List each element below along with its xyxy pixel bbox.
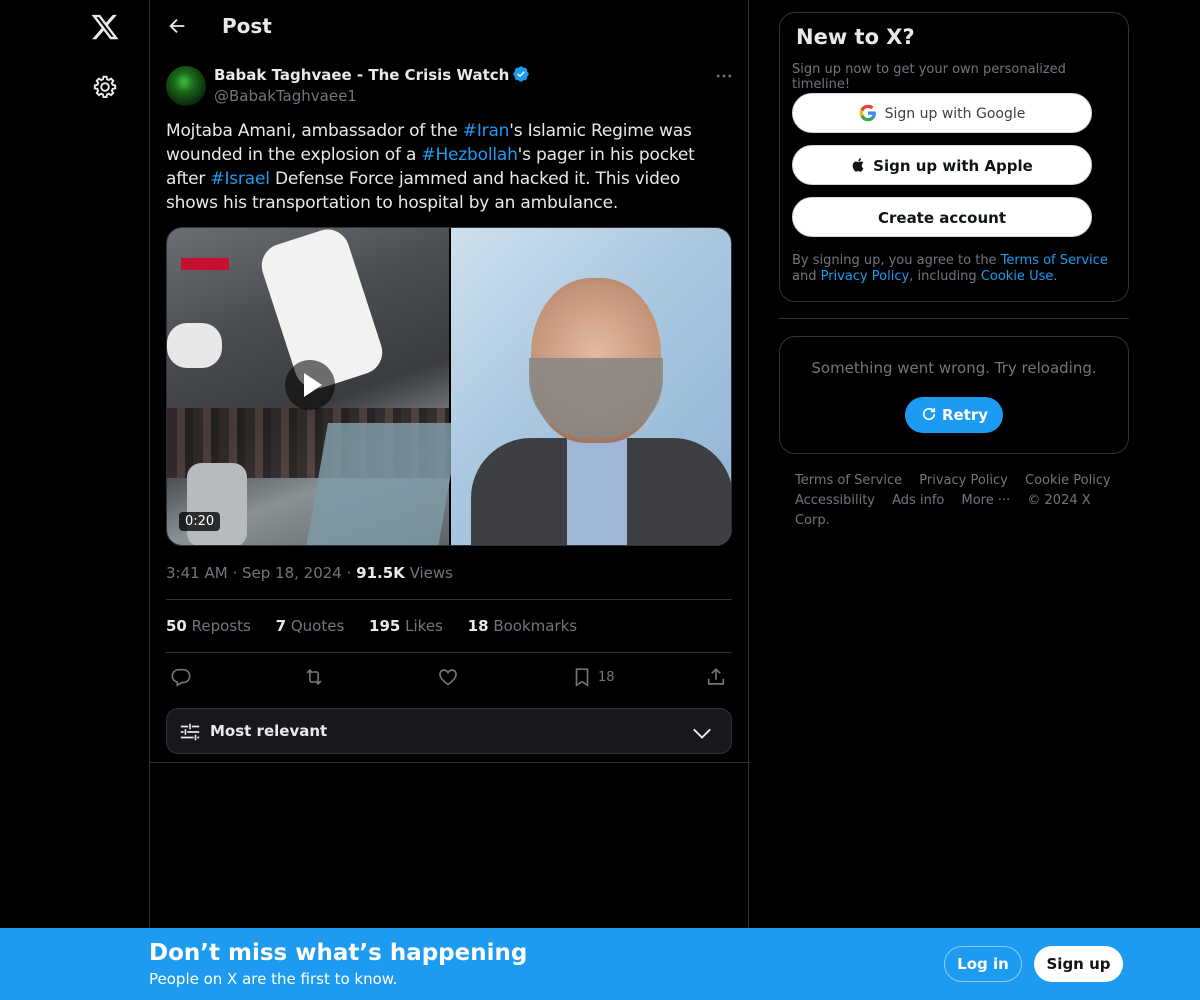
post-media[interactable]: 0:20 [166, 227, 732, 546]
bookmarks-stat[interactable]: 18 Bookmarks [468, 617, 577, 635]
footer-ads-link[interactable]: Ads info [892, 493, 944, 508]
terms-of-service-link[interactable]: Terms of Service [1001, 253, 1108, 268]
main-column: Post Babak Taghvaee - The Crisis Watch @… [149, 0, 750, 928]
page-title: Post [222, 14, 272, 38]
divider [150, 762, 750, 763]
signup-button[interactable]: Sign up [1034, 946, 1123, 982]
retry-label: Retry [941, 406, 989, 424]
bottom-signup-bar: Don’t miss what’s happening People on X … [0, 928, 1200, 1000]
divider [166, 652, 732, 653]
google-signup-button[interactable]: Sign up with Google [792, 93, 1092, 133]
post-actions: 18 [166, 664, 732, 692]
video-duration: 0:20 [179, 512, 221, 531]
footer-links: Terms of Service Privacy Policy Cookie P… [795, 471, 1125, 531]
post-text: Mojtaba Amani, ambassador of the #Iran's… [166, 119, 734, 215]
login-button[interactable]: Log in [944, 946, 1022, 982]
post-meta: 3:41 AM · Sep 18, 2024 · 91.5K Views [166, 564, 453, 582]
likes-count: 195 [369, 617, 401, 635]
divider [166, 599, 732, 600]
hashtag-link[interactable]: #Iran [463, 121, 510, 141]
reply-sort-dropdown[interactable]: Most relevant [166, 708, 732, 754]
bookmark-action-count: 18 [598, 670, 615, 685]
play-button-icon[interactable] [285, 360, 335, 410]
repost-icon[interactable] [303, 666, 327, 690]
reposts-stat[interactable]: 50 Reposts [166, 617, 251, 635]
x-logo-icon[interactable] [90, 12, 120, 42]
photo-person-shirt [567, 433, 627, 545]
settings-gear-icon[interactable] [92, 74, 118, 100]
quotes-stat[interactable]: 7 Quotes [276, 617, 345, 635]
signup-terms: By signing up, you agree to the Terms of… [792, 253, 1122, 285]
sort-label: Most relevant [210, 722, 328, 740]
reply-icon[interactable] [170, 666, 194, 690]
post-text-segment: Mojtaba Amani, ambassador of the [166, 121, 463, 141]
bookmarks-count: 18 [467, 617, 489, 635]
likes-stat[interactable]: 195 Likes [369, 617, 443, 635]
page-header: Post [150, 0, 750, 54]
apple-signup-label: Sign up with Apple [873, 157, 1033, 175]
views-count: 91.5K [356, 564, 405, 582]
footer-accessibility-link[interactable]: Accessibility [795, 493, 875, 508]
apple-icon [852, 158, 864, 172]
bottom-bar-title: Don’t miss what’s happening [149, 940, 528, 966]
create-account-button[interactable]: Create account [792, 197, 1092, 237]
footer-more-link[interactable]: More ··· [961, 493, 1010, 508]
author-name-link[interactable]: Babak Taghvaee - The Crisis Watch [214, 65, 530, 84]
google-icon [859, 104, 876, 122]
video-scene-roof [306, 423, 460, 545]
quotes-label: Quotes [290, 617, 345, 635]
retry-button[interactable]: Retry [905, 397, 1003, 433]
left-nav [0, 0, 149, 1000]
chevron-down-icon [691, 722, 713, 744]
author-name[interactable]: Babak Taghvaee - The Crisis Watch [214, 66, 509, 84]
terms-text: By signing up, you agree to the [792, 253, 1001, 268]
photo-background-logo [653, 248, 723, 428]
refresh-icon [922, 407, 936, 421]
error-message: Something went wrong. Try reloading. [811, 359, 1097, 377]
terms-text: , including [909, 269, 981, 284]
views-label: Views [409, 564, 453, 582]
reposts-label: Reposts [191, 617, 251, 635]
terms-text: and [792, 269, 821, 284]
bottom-bar-subtitle: People on X are the first to know. [149, 970, 398, 988]
hashtag-link[interactable]: #Hezbollah [421, 145, 517, 165]
verified-badge-icon [513, 66, 529, 82]
video-scene-car [187, 463, 247, 545]
footer-cookie-link[interactable]: Cookie Policy [1025, 473, 1111, 488]
error-card: Something went wrong. Try reloading. Ret… [779, 336, 1129, 454]
divider [779, 318, 1129, 319]
signup-title: New to X? [796, 25, 915, 49]
back-arrow-icon[interactable] [166, 15, 188, 37]
post-stats: 50 Reposts 7 Quotes 195 Likes 18 Bookmar… [166, 617, 597, 635]
video-scene-car [167, 323, 222, 368]
meta-separator: · [232, 564, 242, 582]
post-author: Babak Taghvaee - The Crisis Watch @Babak… [166, 64, 734, 108]
post-time[interactable]: 3:41 AM [166, 564, 228, 582]
sliders-icon [179, 721, 201, 743]
signup-subtitle: Sign up now to get your own personalized… [792, 62, 1066, 92]
signup-card: New to X? Sign up now to get your own pe… [779, 12, 1129, 302]
bookmarks-label: Bookmarks [493, 617, 578, 635]
footer-terms-link[interactable]: Terms of Service [795, 473, 902, 488]
quotes-count: 7 [275, 617, 287, 635]
share-icon[interactable] [705, 666, 729, 690]
footer-privacy-link[interactable]: Privacy Policy [919, 473, 1008, 488]
avatar[interactable] [166, 66, 206, 106]
hashtag-link[interactable]: #Israel [210, 169, 270, 189]
photo-ambassador[interactable] [451, 228, 731, 545]
reposts-count: 50 [166, 617, 187, 635]
google-signup-label: Sign up with Google [884, 106, 1026, 122]
author-handle[interactable]: @BabakTaghvaee1 [214, 87, 357, 105]
video-watermark [181, 258, 229, 270]
likes-label: Likes [405, 617, 443, 635]
privacy-policy-link[interactable]: Privacy Policy [821, 269, 910, 284]
bookmark-icon[interactable] [571, 666, 595, 690]
more-options-icon[interactable] [714, 66, 734, 86]
cookie-use-link[interactable]: Cookie Use. [981, 269, 1058, 284]
post-date[interactable]: Sep 18, 2024 [242, 564, 342, 582]
apple-signup-button[interactable]: Sign up with Apple [792, 145, 1092, 185]
meta-separator: · [346, 564, 357, 582]
video-thumbnail[interactable]: 0:20 [167, 228, 460, 545]
like-heart-icon[interactable] [437, 666, 461, 690]
